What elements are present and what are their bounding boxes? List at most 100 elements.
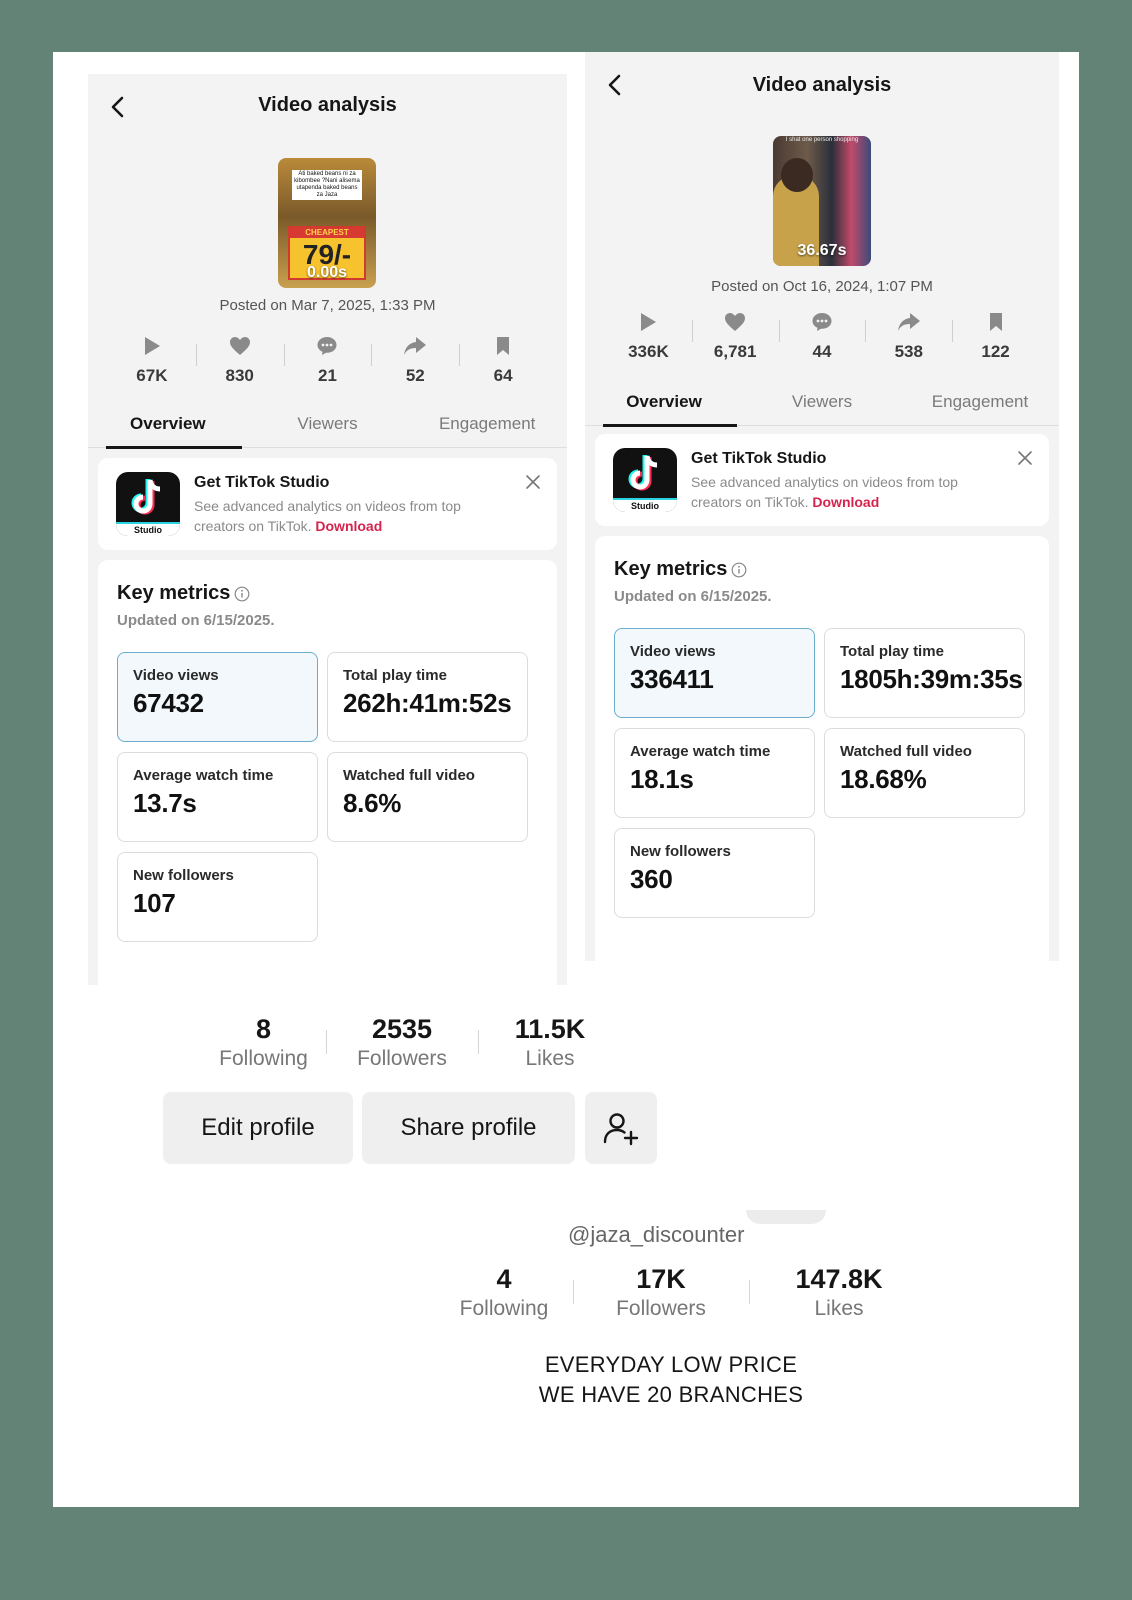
video-duration: 0.00s	[306, 264, 348, 281]
add-user-icon	[603, 1113, 639, 1146]
download-link[interactable]: Download	[812, 494, 879, 510]
metric-label: Video views	[630, 643, 716, 660]
key-metrics-card: Key metrics Updated on 6/15/2025. Video …	[98, 560, 557, 985]
tiktok-studio-promo: Studio Get TikTok Studio See advanced an…	[595, 434, 1049, 526]
engagement-stats: 336K 6,781 44 538 122	[605, 310, 1039, 362]
metric-value: 18.68%	[840, 764, 927, 794]
download-link[interactable]: Download	[315, 518, 382, 534]
play-icon	[144, 337, 160, 355]
stat-saves: 122	[952, 310, 1039, 362]
heart-icon	[725, 313, 746, 331]
followers-count: 2535	[371, 1014, 433, 1044]
price-badge: CHEAPEST	[290, 228, 364, 238]
metric-value: 18.1s	[630, 764, 694, 794]
metric-card-watched-full-video[interactable]: Watched full video 8.6%	[327, 752, 528, 842]
following-label: Following	[219, 1047, 308, 1070]
metric-label: New followers	[630, 843, 731, 860]
followers-label: Followers	[357, 1047, 447, 1070]
posted-date: Posted on Mar 7, 2025, 1:33 PM	[219, 297, 436, 314]
likes-stat[interactable]: 147.8K Likes	[749, 1264, 929, 1321]
followers-stat[interactable]: 17K Followers	[573, 1264, 749, 1321]
metric-value: 107	[133, 888, 176, 918]
bio-line-2: WE HAVE 20 BRANCHES	[538, 1382, 804, 1407]
metric-value: 262h:41m:52s	[343, 688, 512, 718]
stat-value: 52	[405, 366, 425, 385]
tab-viewers[interactable]: Viewers	[248, 406, 408, 447]
promo-description: See advanced analytics on videos from to…	[194, 496, 507, 536]
video-duration: 36.67s	[797, 242, 847, 259]
profile-stats-1: 8 Following 2535 Followers 11.5K Likes	[201, 1014, 622, 1071]
updated-date: Updated on 6/15/2025.	[117, 612, 275, 629]
following-label: Following	[459, 1297, 549, 1320]
close-icon[interactable]	[525, 474, 541, 490]
stat-value: 122	[981, 342, 1010, 361]
engagement-stats: 67K 830 21 52 64	[108, 334, 547, 386]
following-stat[interactable]: 4 Following	[435, 1264, 573, 1321]
add-friend-button[interactable]	[585, 1092, 657, 1164]
metric-label: Video views	[133, 667, 219, 684]
metric-card-new-followers[interactable]: New followers 360	[614, 828, 815, 918]
thumbnail-caption: I shat one person shopping	[785, 137, 859, 143]
metric-value: 1805h:39m:35s	[840, 664, 1023, 694]
stat-views: 67K	[108, 334, 196, 386]
likes-count: 147.8K	[795, 1264, 883, 1294]
share-icon	[897, 313, 920, 331]
metric-value: 336411	[630, 664, 714, 694]
promo-description: See advanced analytics on videos from to…	[691, 472, 999, 512]
bio-line-1: EVERYDAY LOW PRICE	[544, 1352, 798, 1377]
info-icon[interactable]	[234, 586, 250, 602]
metric-card-average-watch-time[interactable]: Average watch time 18.1s	[614, 728, 815, 818]
analysis-tabs: Overview Viewers Engagement	[585, 384, 1059, 427]
metric-card-video-views[interactable]: Video views 67432	[117, 652, 318, 742]
tiktok-note-icon	[131, 479, 161, 515]
bookmark-icon	[497, 337, 510, 355]
close-icon[interactable]	[1017, 450, 1033, 466]
tiktok-studio-promo: Studio Get TikTok Studio See advanced an…	[98, 458, 557, 550]
tab-overview[interactable]: Overview	[88, 406, 248, 449]
following-count: 8	[255, 1014, 272, 1044]
metric-card-total-play-time[interactable]: Total play time 1805h:39m:35s	[824, 628, 1025, 718]
metric-value: 360	[630, 864, 673, 894]
metric-label: Watched full video	[840, 743, 972, 760]
metric-label: New followers	[133, 867, 234, 884]
metric-label: Watched full video	[343, 767, 475, 784]
metric-card-video-views[interactable]: Video views 336411	[614, 628, 815, 718]
stat-comments: 21	[283, 334, 372, 386]
stat-value: 6,781	[713, 342, 757, 361]
video-thumbnail[interactable]: I shat one person shopping 36.67s	[773, 136, 871, 266]
metric-value: 13.7s	[133, 788, 197, 818]
page-title: Video analysis	[752, 74, 892, 96]
profile-stats-2: 4 Following 17K Followers 147.8K Likes	[435, 1264, 929, 1321]
metric-label: Total play time	[343, 667, 447, 684]
share-icon	[404, 337, 427, 355]
stat-value: 538	[894, 342, 923, 361]
tab-engagement[interactable]: Engagement	[407, 406, 567, 447]
following-count: 4	[496, 1264, 512, 1294]
tab-overview[interactable]: Overview	[585, 384, 743, 427]
stat-value: 44	[812, 342, 832, 361]
metric-card-new-followers[interactable]: New followers 107	[117, 852, 318, 942]
edit-profile-button[interactable]: Edit profile	[163, 1092, 353, 1164]
tiktok-note-icon	[628, 455, 658, 491]
profile-handle: @jaza_discounter	[568, 1222, 745, 1247]
followers-stat[interactable]: 2535 Followers	[326, 1014, 478, 1071]
metric-card-average-watch-time[interactable]: Average watch time 13.7s	[117, 752, 318, 842]
tab-viewers[interactable]: Viewers	[743, 384, 901, 425]
promo-title: Get TikTok Studio	[194, 474, 330, 491]
following-stat[interactable]: 8 Following	[201, 1014, 326, 1071]
video-thumbnail[interactable]: Ati baked beans ni za kibombee ?Nani ali…	[278, 158, 376, 288]
video-analysis-panel-left: Video analysis Ati baked beans ni za kib…	[88, 74, 567, 985]
metric-card-watched-full-video[interactable]: Watched full video 18.68%	[824, 728, 1025, 818]
header: Video analysis	[88, 74, 567, 140]
tab-engagement[interactable]: Engagement	[901, 384, 1059, 425]
analysis-tabs: Overview Viewers Engagement	[88, 406, 567, 449]
info-icon[interactable]	[731, 562, 747, 578]
key-metrics-label: Key metrics	[614, 558, 728, 580]
metric-value: 67432	[133, 688, 204, 718]
share-profile-button[interactable]: Share profile	[362, 1092, 575, 1164]
key-metrics-title: Key metrics	[614, 558, 747, 581]
stat-value: 21	[318, 366, 337, 385]
metric-value: 8.6%	[343, 788, 402, 818]
metric-card-total-play-time[interactable]: Total play time 262h:41m:52s	[327, 652, 528, 742]
likes-stat[interactable]: 11.5K Likes	[478, 1014, 622, 1071]
